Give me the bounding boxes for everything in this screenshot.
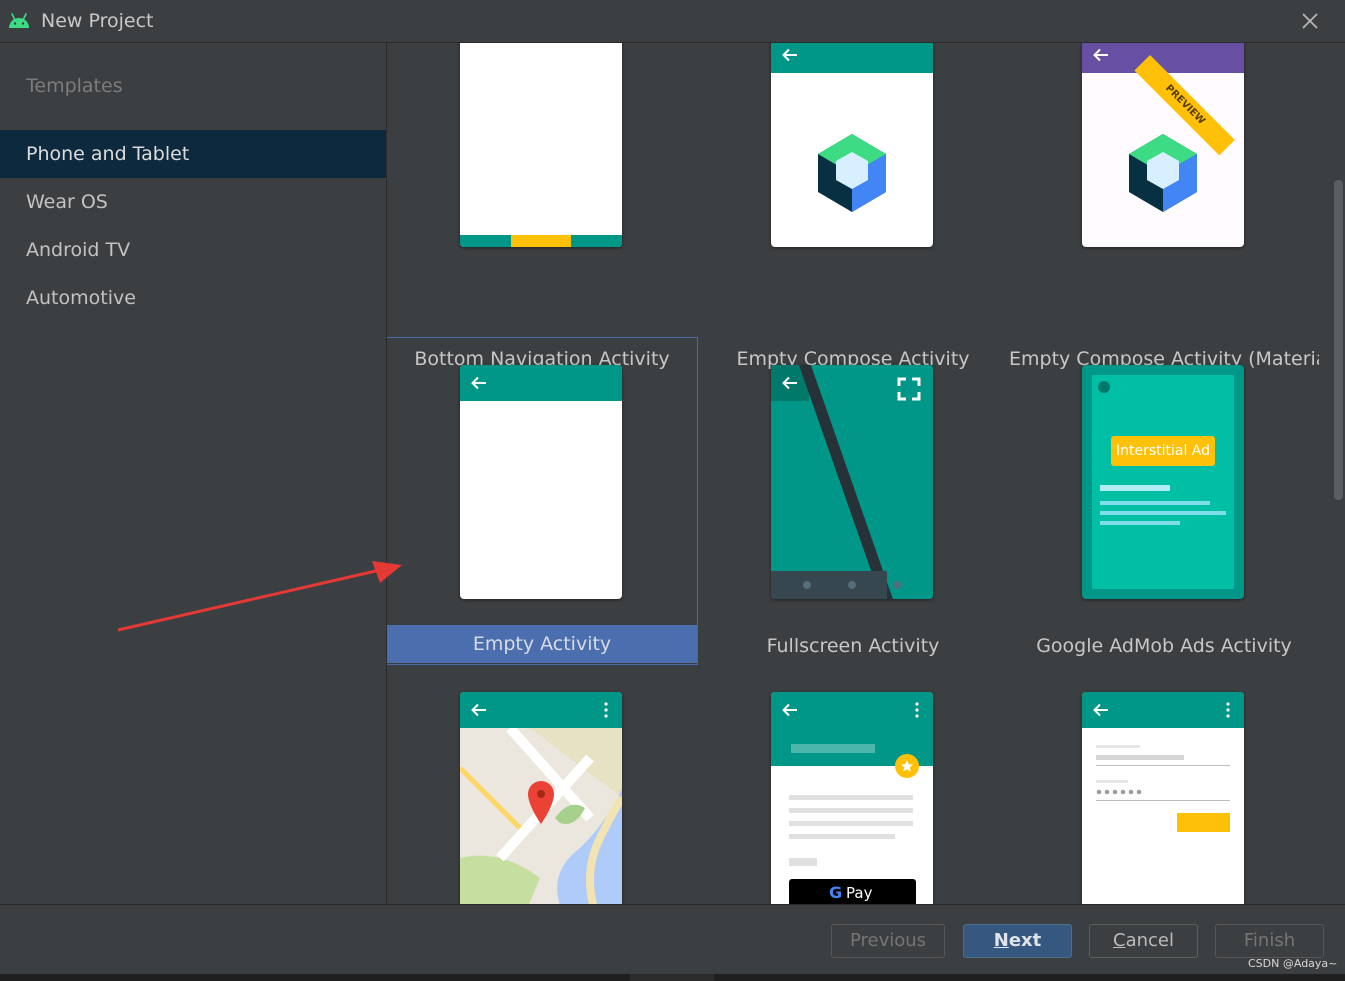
password-dots-icon <box>1096 789 1142 795</box>
overflow-menu-icon <box>915 702 919 718</box>
window-title: New Project <box>41 10 154 32</box>
empty-activity-preview <box>460 365 622 599</box>
back-arrow-icon <box>471 376 486 390</box>
title-bar: New Project <box>0 0 1345 43</box>
back-arrow-icon <box>782 376 797 390</box>
empty-compose-material-preview: PREVIEW <box>1082 43 1244 247</box>
login-button-preview <box>1177 813 1230 832</box>
template-label: Google AdMob Ads Activity <box>1036 635 1292 657</box>
gallery-scrollbar-thumb[interactable] <box>1334 180 1343 500</box>
sidebar-heading: Templates <box>26 75 123 97</box>
back-arrow-icon <box>1093 703 1108 717</box>
dialog-footer: Previous Next Cancel Finish <box>0 904 1345 975</box>
overflow-menu-icon <box>604 702 608 718</box>
cancel-button[interactable]: Cancel <box>1089 924 1198 958</box>
template-label: Empty Activity <box>387 625 697 663</box>
maps-preview <box>460 692 622 904</box>
watermark: CSDN @Adaya~ <box>1248 957 1338 970</box>
template-gallery: Bottom Navigation Activity Empty Compose… <box>387 43 1345 904</box>
template-empty-compose-activity-material3[interactable]: PREVIEW Empty Compose Activity (Material… <box>1009 43 1319 370</box>
back-arrow-icon <box>471 703 486 717</box>
template-google-pay-activity[interactable]: G Pay <box>698 665 1008 904</box>
annotation-arrow-icon <box>117 561 402 632</box>
back-arrow-icon <box>782 48 797 62</box>
close-icon[interactable] <box>1298 9 1322 33</box>
login-preview <box>1082 692 1244 904</box>
template-category-sidebar: Templates Phone and Tablet Wear OS Andro… <box>0 43 387 904</box>
sidebar-item-phone-and-tablet[interactable]: Phone and Tablet <box>0 130 386 178</box>
interstitial-card <box>1092 375 1234 589</box>
template-login-activity[interactable] <box>1009 665 1319 904</box>
google-pay-button: G Pay <box>789 879 916 904</box>
finish-button[interactable]: Finish <box>1215 924 1324 958</box>
admob-preview: Interstitial Ad <box>1082 365 1244 599</box>
jetpack-compose-logo-icon <box>818 134 886 212</box>
back-arrow-icon <box>1093 48 1108 62</box>
next-button[interactable]: Next <box>963 924 1072 958</box>
interstitial-ad-badge: Interstitial Ad <box>1111 436 1215 466</box>
template-bottom-navigation-activity[interactable]: Bottom Navigation Activity <box>387 43 697 370</box>
sidebar-item-wear-os[interactable]: Wear OS <box>0 178 386 226</box>
taskbar-strip <box>0 974 1345 981</box>
template-empty-activity[interactable]: Empty Activity <box>387 337 698 665</box>
ad-close-dot <box>1098 381 1110 393</box>
bottom-nav-selected-item <box>511 235 571 247</box>
template-fullscreen-activity[interactable]: Fullscreen Activity <box>698 338 1008 664</box>
template-empty-compose-activity[interactable]: Empty Compose Activity <box>698 43 1008 370</box>
star-fab-icon <box>895 754 919 778</box>
template-google-maps-activity[interactable] <box>387 665 697 904</box>
bottom-navigation-preview <box>460 43 622 247</box>
jetpack-compose-logo-icon <box>1129 134 1197 212</box>
fullscreen-icon <box>897 377 921 401</box>
google-pay-preview: G Pay <box>771 692 933 904</box>
map-illustration <box>460 728 622 904</box>
sidebar-item-automotive[interactable]: Automotive <box>0 274 386 322</box>
template-label: Fullscreen Activity <box>766 635 940 657</box>
template-google-admob-ads-activity[interactable]: Interstitial Ad Google AdMob Ads Activit… <box>1009 338 1319 664</box>
android-icon <box>9 13 29 28</box>
overflow-menu-icon <box>1226 702 1230 718</box>
fullscreen-preview <box>771 365 933 599</box>
empty-compose-preview <box>771 43 933 247</box>
previous-button[interactable]: Previous <box>831 924 945 958</box>
back-arrow-icon <box>782 703 797 717</box>
sidebar-item-android-tv[interactable]: Android TV <box>0 226 386 274</box>
